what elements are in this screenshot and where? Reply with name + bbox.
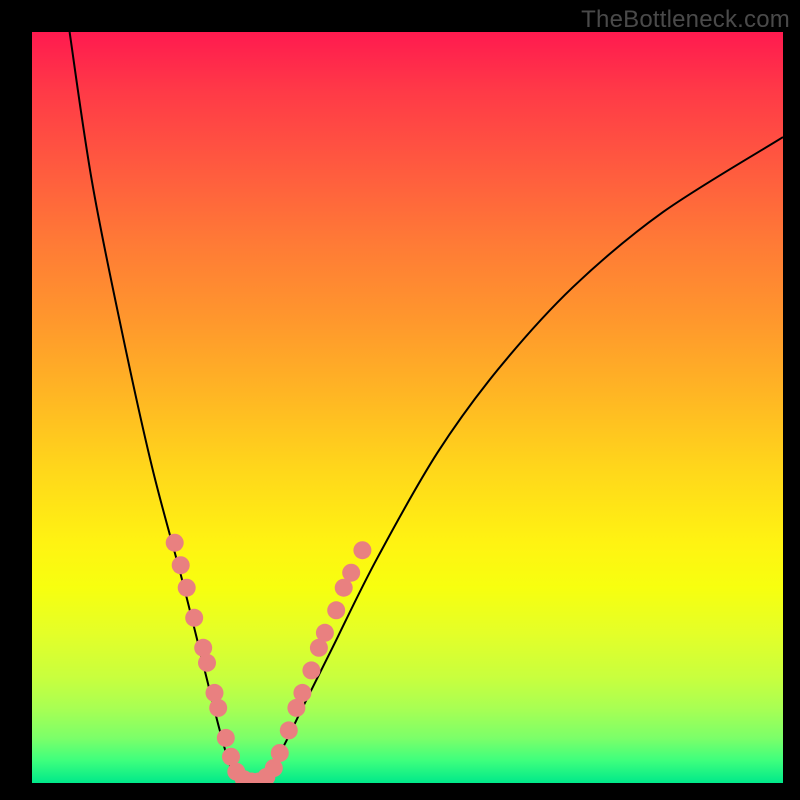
marker-dots bbox=[166, 534, 372, 783]
curve-svg bbox=[32, 32, 783, 783]
plot-area bbox=[32, 32, 783, 783]
bottleneck-curve bbox=[70, 32, 783, 783]
marker-dot bbox=[194, 639, 212, 657]
marker-dot bbox=[198, 654, 216, 672]
marker-dot bbox=[316, 624, 334, 642]
marker-dot bbox=[217, 729, 235, 747]
chart-frame: TheBottleneck.com bbox=[0, 0, 800, 800]
marker-dot bbox=[342, 564, 360, 582]
marker-dot bbox=[293, 684, 311, 702]
marker-dot bbox=[271, 744, 289, 762]
marker-dot bbox=[353, 541, 371, 559]
marker-dot bbox=[209, 699, 227, 717]
marker-dot bbox=[302, 661, 320, 679]
watermark-text: TheBottleneck.com bbox=[581, 6, 790, 34]
marker-dot bbox=[178, 579, 196, 597]
marker-dot bbox=[166, 534, 184, 552]
marker-dot bbox=[280, 721, 298, 739]
marker-dot bbox=[327, 601, 345, 619]
marker-dot bbox=[185, 609, 203, 627]
marker-dot bbox=[206, 684, 224, 702]
marker-dot bbox=[172, 556, 190, 574]
